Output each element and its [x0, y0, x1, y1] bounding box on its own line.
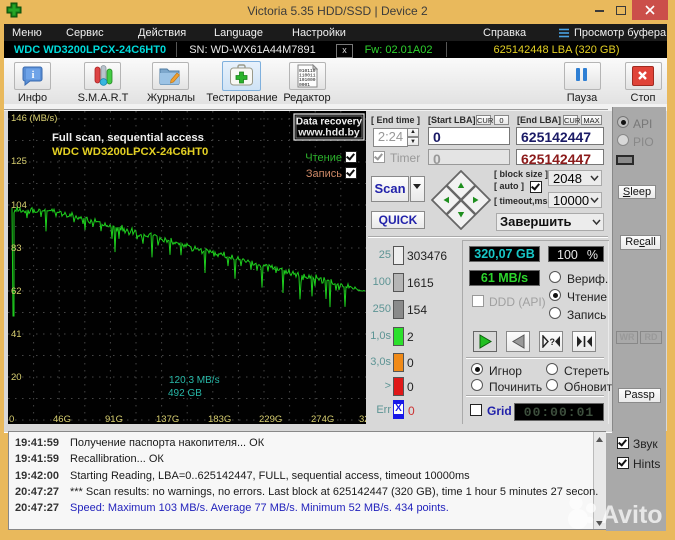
svg-text:120,3 MB/s: 120,3 MB/s — [169, 375, 220, 386]
svg-text:229G: 229G — [259, 414, 282, 424]
svg-text:274G: 274G — [311, 414, 334, 424]
svg-text:www.hdd.by: www.hdd.by — [297, 127, 360, 139]
svg-text:Full scan, sequential access: Full scan, sequential access — [52, 132, 204, 144]
svg-text:Avito: Avito — [601, 501, 663, 529]
svg-text:i: i — [32, 70, 35, 81]
svg-text:137G: 137G — [156, 414, 179, 424]
svg-text:?: ? — [550, 337, 556, 347]
svg-text:183G: 183G — [208, 414, 231, 424]
svg-text:492 GB: 492 GB — [168, 388, 202, 399]
svg-text:41: 41 — [11, 329, 22, 340]
svg-text:146 (MB/s): 146 (MB/s) — [11, 113, 57, 124]
svg-text:Чтение: Чтение — [305, 152, 342, 164]
svg-text:WDC WD3200LPCX-24C6HT0: WDC WD3200LPCX-24C6HT0 — [52, 146, 208, 158]
svg-text:125: 125 — [11, 156, 27, 167]
svg-text:83: 83 — [11, 243, 22, 254]
svg-text:46G: 46G — [53, 414, 71, 424]
svg-text:62: 62 — [11, 286, 22, 297]
svg-text:Запись: Запись — [306, 168, 342, 180]
svg-text:91G: 91G — [105, 414, 123, 424]
svg-text:0: 0 — [9, 414, 14, 424]
svg-text:0001: 0001 — [299, 82, 310, 88]
svg-text:20: 20 — [11, 372, 22, 383]
svg-text:32: 32 — [359, 414, 366, 424]
svg-text:104: 104 — [11, 200, 27, 211]
